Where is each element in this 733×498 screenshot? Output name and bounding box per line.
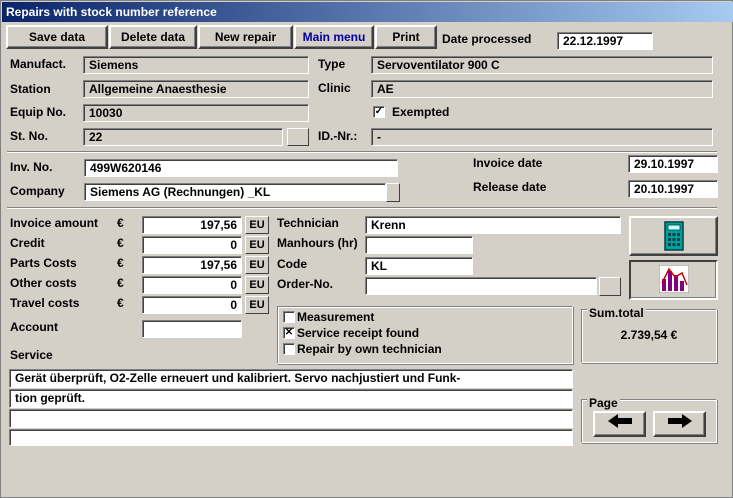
window-title: Repairs with stock number reference — [2, 2, 733, 22]
currency-symbol: € — [117, 236, 124, 250]
print-button[interactable]: Print — [375, 25, 437, 49]
main-menu-button[interactable]: Main menu — [294, 25, 374, 49]
id-nr-field: - — [371, 128, 713, 146]
company-label: Company — [10, 184, 65, 198]
measurement-checkbox[interactable] — [283, 311, 295, 323]
arrow-right-icon — [667, 414, 692, 428]
account-label: Account — [10, 320, 58, 334]
credit-field[interactable]: 0 — [142, 236, 242, 254]
calculator-button[interactable] — [629, 216, 718, 256]
calculator-icon — [663, 221, 684, 251]
previous-page-button[interactable] — [593, 411, 646, 437]
service-line-4[interactable] — [9, 429, 573, 446]
eu-button[interactable]: EU — [245, 296, 269, 314]
sum-total-value: 2.739,54 € — [620, 328, 678, 342]
account-field[interactable] — [142, 320, 242, 338]
page-label: Page — [587, 395, 620, 411]
equip-no-field: 10030 — [83, 104, 309, 122]
type-field: Servoventilator 900 C — [371, 56, 713, 74]
inv-no-field[interactable]: 499W620146 — [84, 159, 398, 177]
inv-no-label: Inv. No. — [10, 160, 53, 174]
invoice-date-field[interactable]: 29.10.1997 — [628, 155, 718, 173]
st-no-lookup-button[interactable] — [287, 128, 309, 146]
code-field[interactable]: KL — [365, 257, 473, 275]
company-field[interactable]: Siemens AG (Rechnungen) _KL — [84, 183, 386, 201]
travel-costs-label: Travel costs — [10, 296, 80, 310]
own-technician-checkbox[interactable] — [283, 343, 295, 355]
eu-button[interactable]: EU — [245, 236, 269, 254]
exempted-checkbox[interactable]: ✓ — [373, 106, 385, 118]
sum-total-label: Sum.total — [587, 305, 646, 321]
separator — [7, 151, 717, 153]
invoice-amount-label: Invoice amount — [10, 216, 99, 230]
technician-label: Technician — [277, 216, 339, 230]
station-label: Station — [10, 82, 51, 96]
release-date-label: Release date — [473, 180, 547, 194]
next-page-button[interactable] — [653, 411, 706, 437]
clinic-field: AE — [371, 80, 713, 98]
date-processed-label: Date processed — [442, 32, 532, 46]
currency-symbol: € — [117, 216, 124, 230]
eu-button[interactable]: EU — [245, 276, 269, 294]
manufact-label: Manufact. — [10, 57, 67, 71]
manufact-field: Siemens — [83, 56, 309, 74]
eu-button[interactable]: EU — [245, 256, 269, 274]
release-date-field[interactable]: 20.10.1997 — [628, 180, 718, 198]
manhours-field[interactable] — [365, 236, 473, 254]
currency-symbol: € — [117, 296, 124, 310]
exempted-label: Exempted — [392, 105, 450, 119]
service-line-1[interactable]: Gerät überprüft, O2-Zelle erneuert und k… — [9, 369, 573, 388]
date-processed-field[interactable]: 22.12.1997 — [557, 32, 653, 50]
type-label: Type — [318, 57, 346, 71]
clinic-label: Clinic — [318, 81, 351, 95]
order-no-field[interactable] — [365, 277, 597, 295]
service-line-2[interactable]: tion geprüft. — [9, 389, 573, 408]
parts-costs-label: Parts Costs — [10, 256, 77, 270]
technician-field[interactable]: Krenn — [365, 216, 621, 234]
delete-data-button[interactable]: Delete data — [109, 25, 197, 49]
travel-costs-field[interactable]: 0 — [142, 296, 242, 314]
id-nr-label: ID.-Nr.: — [318, 129, 358, 143]
parts-costs-field[interactable]: 197,56 — [142, 256, 242, 274]
order-no-label: Order-No. — [277, 277, 334, 291]
invoice-amount-field[interactable]: 197,56 — [142, 216, 242, 234]
st-no-field: 22 — [83, 128, 283, 146]
invoice-date-label: Invoice date — [473, 156, 543, 170]
currency-symbol: € — [117, 276, 124, 290]
measurement-label: Measurement — [297, 310, 375, 324]
st-no-label: St. No. — [10, 129, 48, 143]
equip-no-label: Equip No. — [10, 105, 66, 119]
separator — [7, 207, 717, 209]
new-repair-button[interactable]: New repair — [198, 25, 293, 49]
statistics-button[interactable] — [629, 260, 718, 300]
other-costs-field[interactable]: 0 — [142, 276, 242, 294]
station-field: Allgemeine Anaesthesie — [83, 80, 309, 98]
credit-label: Credit — [10, 236, 45, 250]
eu-button[interactable]: EU — [245, 216, 269, 234]
arrow-left-icon — [607, 414, 632, 428]
repairs-window: Repairs with stock number reference Save… — [0, 0, 733, 498]
code-label: Code — [277, 257, 307, 271]
other-costs-label: Other costs — [10, 276, 77, 290]
order-no-lookup-button[interactable] — [599, 277, 621, 296]
chart-icon — [658, 264, 689, 294]
company-lookup-button[interactable] — [386, 183, 400, 202]
own-technician-label: Repair by own technician — [297, 342, 442, 356]
service-label: Service — [10, 348, 53, 362]
service-receipt-checkbox[interactable]: ✕ — [283, 327, 295, 339]
save-data-button[interactable]: Save data — [6, 25, 108, 49]
service-line-3[interactable] — [9, 409, 573, 428]
manhours-label: Manhours (hr) — [277, 236, 358, 250]
service-receipt-label: Service receipt found — [297, 326, 420, 340]
currency-symbol: € — [117, 256, 124, 270]
